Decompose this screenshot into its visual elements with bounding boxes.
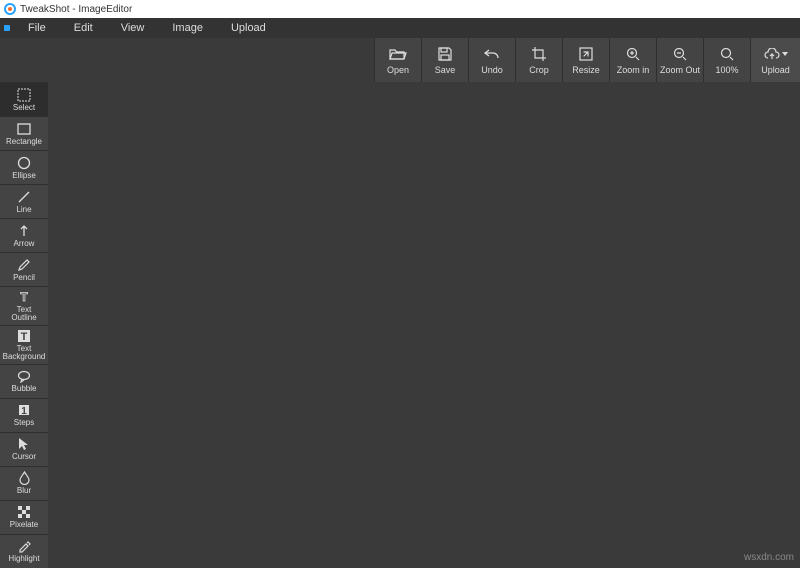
tool-pencil-label: Pencil bbox=[13, 274, 35, 282]
zoom-out-icon bbox=[673, 45, 687, 63]
zoom-100-label: 100% bbox=[715, 65, 738, 75]
menu-bar: File Edit View Image Upload bbox=[0, 18, 800, 38]
rectangle-icon bbox=[17, 121, 31, 137]
tool-line-label: Line bbox=[16, 206, 31, 214]
tool-ellipse-label: Ellipse bbox=[12, 172, 36, 180]
resize-button[interactable]: Resize bbox=[562, 38, 609, 82]
undo-button[interactable]: Undo bbox=[468, 38, 515, 82]
pencil-icon bbox=[17, 257, 31, 273]
pixelate-icon bbox=[17, 504, 31, 520]
tool-text-background[interactable]: T Text Background bbox=[0, 325, 48, 364]
tool-ellipse[interactable]: Ellipse bbox=[0, 150, 48, 184]
blur-icon bbox=[18, 470, 31, 486]
bubble-icon bbox=[17, 368, 31, 384]
resize-label: Resize bbox=[572, 65, 600, 75]
undo-icon bbox=[484, 45, 500, 63]
svg-text:T: T bbox=[21, 331, 28, 343]
zoom-out-button[interactable]: Zoom Out bbox=[656, 38, 703, 82]
tool-arrow-label: Arrow bbox=[14, 240, 35, 248]
arrow-icon bbox=[17, 223, 31, 239]
crop-button[interactable]: Crop bbox=[515, 38, 562, 82]
tool-blur[interactable]: Blur bbox=[0, 466, 48, 500]
tool-rectangle[interactable]: Rectangle bbox=[0, 116, 48, 150]
line-icon bbox=[17, 189, 31, 205]
text-outline-icon: T bbox=[17, 289, 31, 305]
menu-file[interactable]: File bbox=[14, 22, 60, 34]
title-bar: TweakShot - ImageEditor bbox=[0, 0, 800, 18]
tool-text-background-label: Text Background bbox=[3, 345, 46, 362]
crop-label: Crop bbox=[529, 65, 549, 75]
tool-sidebar: Select Rectangle Ellipse Line Arrow Penc… bbox=[0, 82, 48, 568]
zoom-100-icon bbox=[720, 45, 734, 63]
crop-icon bbox=[532, 45, 546, 63]
tool-pencil[interactable]: Pencil bbox=[0, 252, 48, 286]
tool-arrow[interactable]: Arrow bbox=[0, 218, 48, 252]
window-title: TweakShot - ImageEditor bbox=[20, 4, 132, 15]
cursor-icon bbox=[18, 436, 30, 452]
save-button[interactable]: Save bbox=[421, 38, 468, 82]
upload-button[interactable]: Upload bbox=[750, 38, 800, 82]
tool-pixelate-label: Pixelate bbox=[10, 521, 38, 529]
tool-text-outline-label: Text Outline bbox=[11, 306, 36, 323]
tool-cursor[interactable]: Cursor bbox=[0, 432, 48, 466]
menu-edit[interactable]: Edit bbox=[60, 22, 107, 34]
top-toolbar: Open Save Undo Crop Resize Zoom in Zoo bbox=[374, 38, 800, 82]
tool-line[interactable]: Line bbox=[0, 184, 48, 218]
tool-highlight[interactable]: Highlight bbox=[0, 534, 48, 568]
app-icon bbox=[4, 3, 16, 15]
tool-text-outline[interactable]: T Text Outline bbox=[0, 286, 48, 325]
steps-icon: 1 bbox=[17, 402, 31, 418]
resize-icon bbox=[579, 45, 593, 63]
text-background-icon: T bbox=[17, 328, 31, 344]
svg-text:T: T bbox=[20, 290, 28, 304]
zoom-in-button[interactable]: Zoom in bbox=[609, 38, 656, 82]
tool-steps-label: Steps bbox=[14, 419, 34, 427]
tool-rectangle-label: Rectangle bbox=[6, 138, 42, 146]
tool-select[interactable]: Select bbox=[0, 82, 48, 116]
menu-upload[interactable]: Upload bbox=[217, 22, 280, 34]
tool-highlight-label: Highlight bbox=[8, 555, 39, 563]
tool-cursor-label: Cursor bbox=[12, 453, 36, 461]
upload-label: Upload bbox=[761, 65, 790, 75]
save-label: Save bbox=[435, 65, 456, 75]
ellipse-icon bbox=[17, 155, 31, 171]
highlight-icon bbox=[17, 538, 31, 554]
zoom-out-label: Zoom Out bbox=[660, 65, 700, 75]
zoom-in-label: Zoom in bbox=[617, 65, 650, 75]
app-menu-icon[interactable] bbox=[4, 25, 10, 31]
zoom-100-button[interactable]: 100% bbox=[703, 38, 750, 82]
svg-text:1: 1 bbox=[21, 406, 27, 417]
chevron-down-icon bbox=[782, 52, 788, 56]
tool-bubble[interactable]: Bubble bbox=[0, 364, 48, 398]
open-label: Open bbox=[387, 65, 409, 75]
tool-steps[interactable]: 1 Steps bbox=[0, 398, 48, 432]
folder-open-icon bbox=[389, 45, 407, 63]
open-button[interactable]: Open bbox=[374, 38, 421, 82]
tool-bubble-label: Bubble bbox=[12, 385, 37, 393]
zoom-in-icon bbox=[626, 45, 640, 63]
tool-select-label: Select bbox=[13, 104, 35, 112]
save-icon bbox=[438, 45, 452, 63]
menu-image[interactable]: Image bbox=[158, 22, 217, 34]
undo-label: Undo bbox=[481, 65, 503, 75]
watermark: wsxdn.com bbox=[744, 552, 794, 563]
menu-view[interactable]: View bbox=[107, 22, 159, 34]
select-icon bbox=[17, 87, 31, 103]
canvas-area[interactable] bbox=[48, 82, 800, 567]
tool-pixelate[interactable]: Pixelate bbox=[0, 500, 48, 534]
cloud-upload-icon bbox=[764, 45, 788, 63]
tool-blur-label: Blur bbox=[17, 487, 31, 495]
